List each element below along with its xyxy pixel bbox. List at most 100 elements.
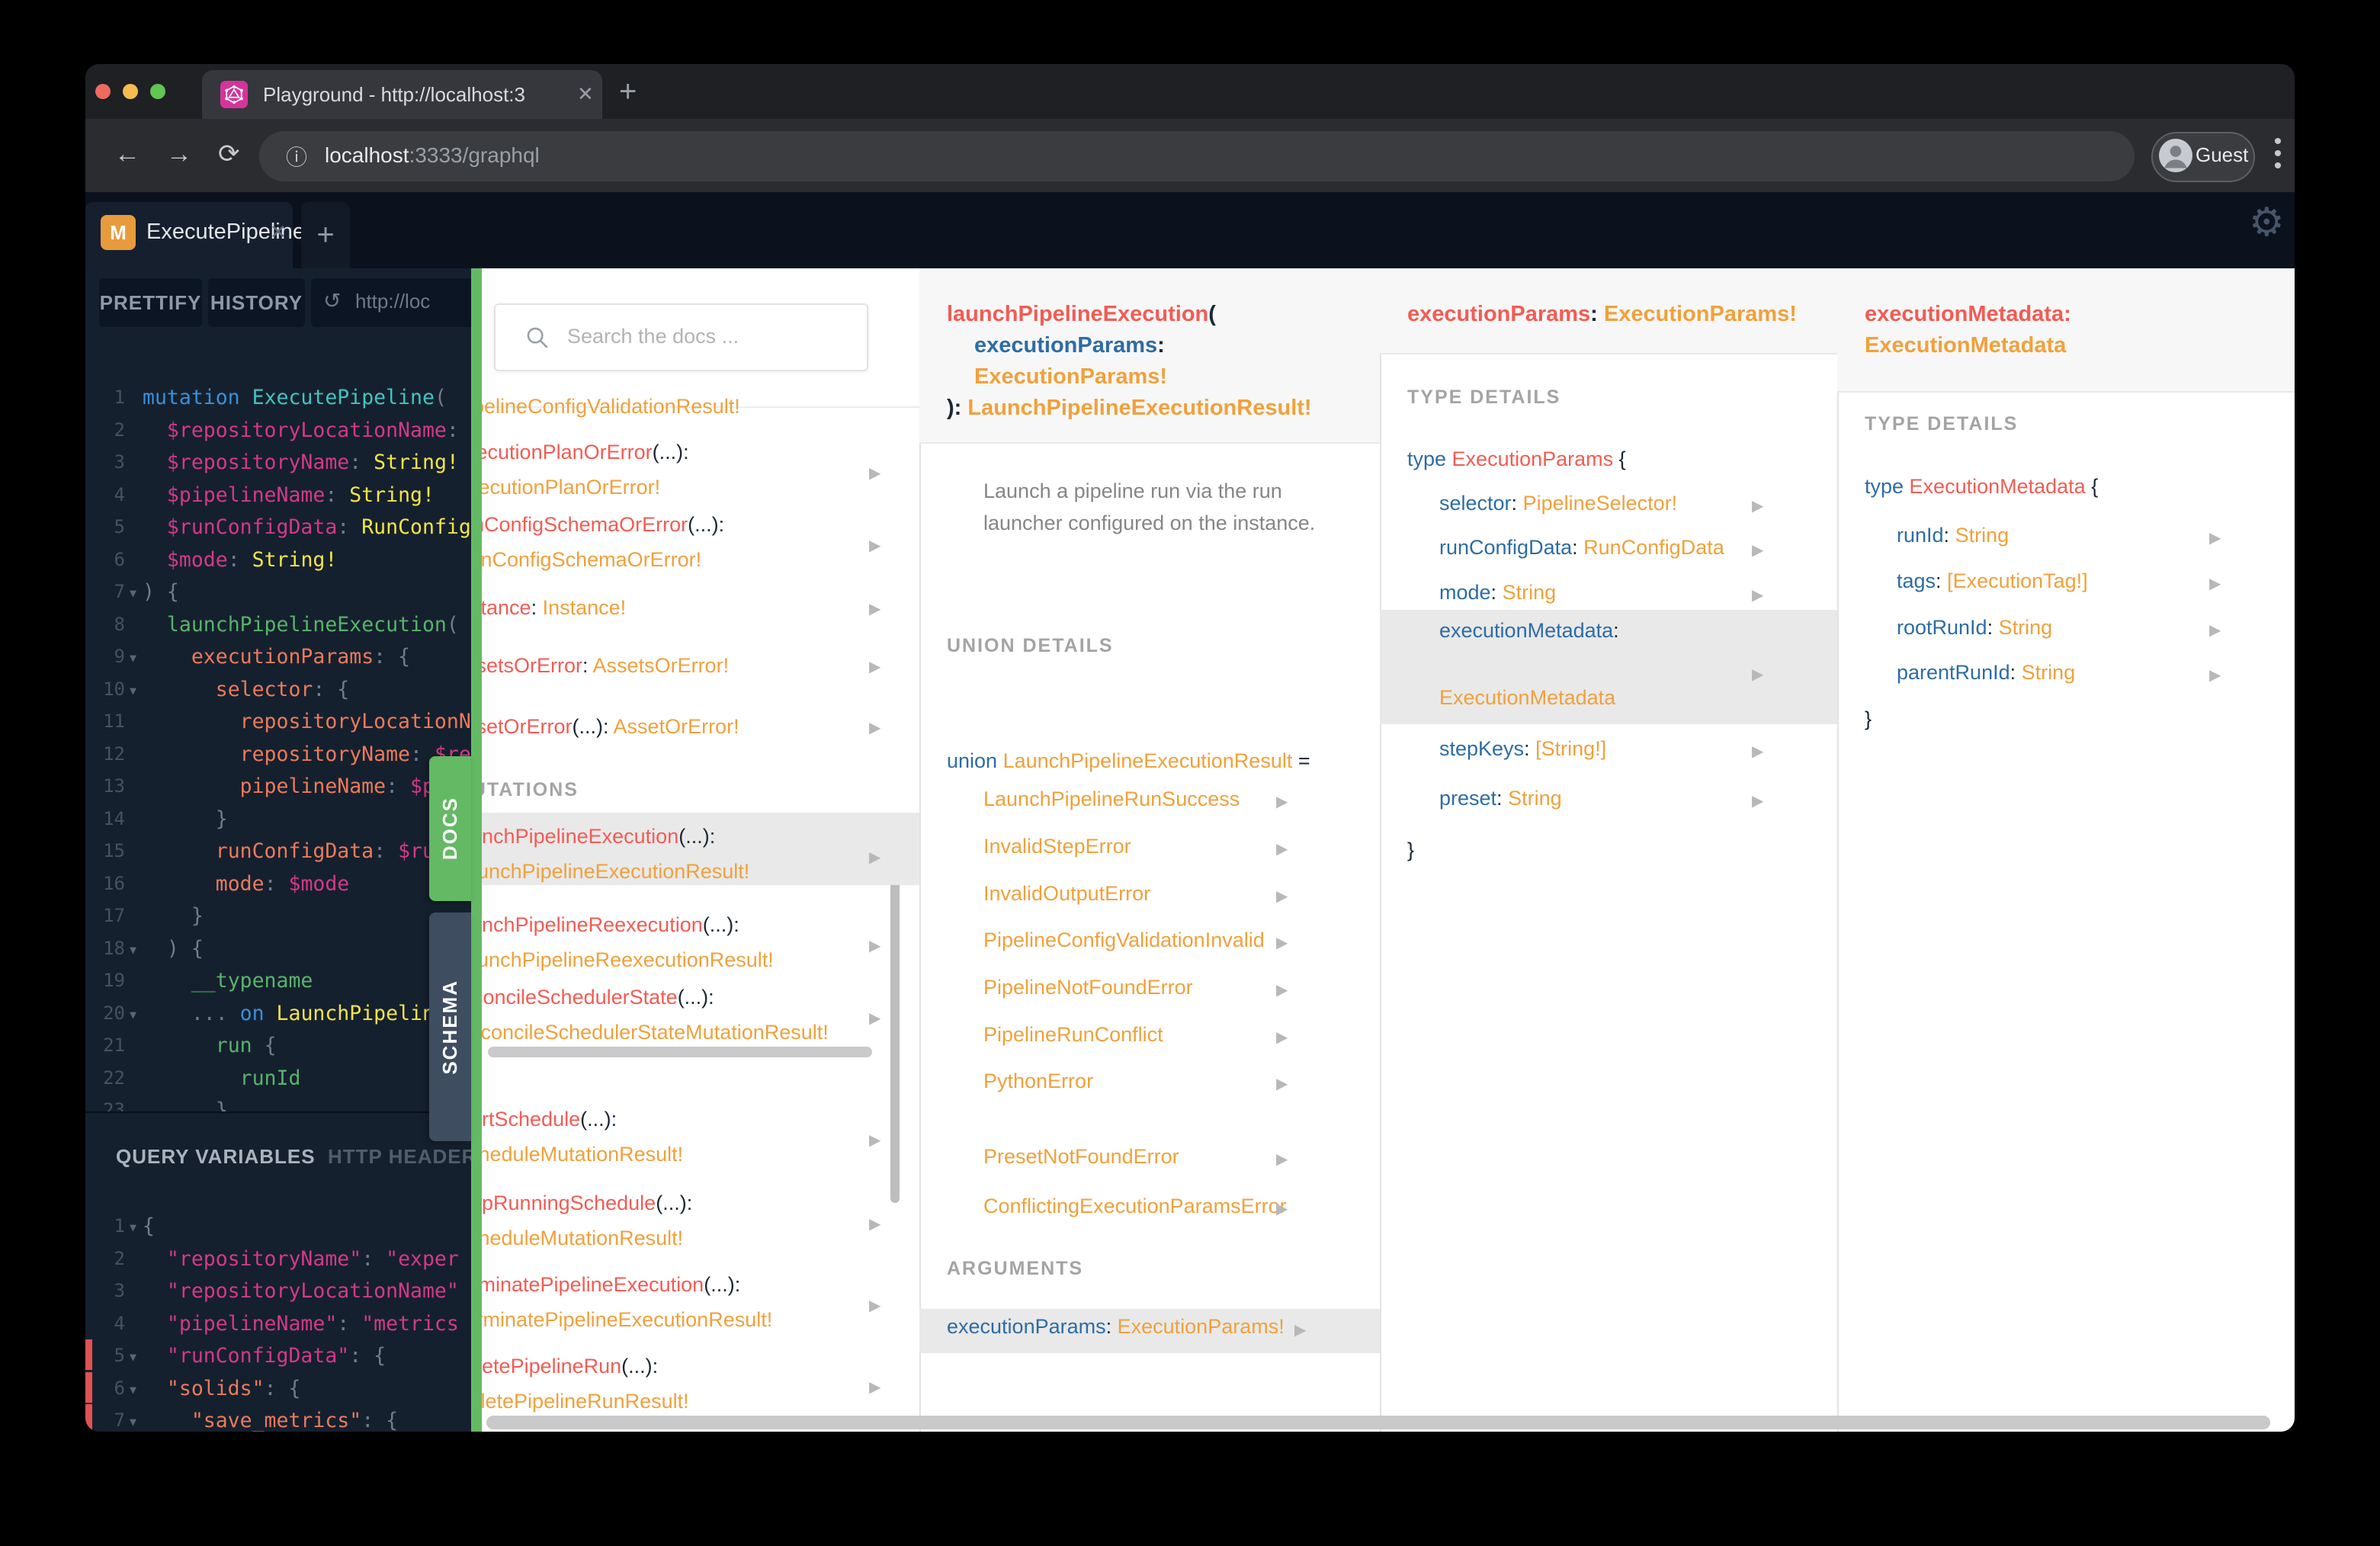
union-member[interactable]: PipelineConfigValidationInvalid bbox=[983, 929, 1265, 952]
code-line[interactable]: 4 "pipelineName": "metrics bbox=[85, 1307, 471, 1340]
chevron-right-icon[interactable]: ▶ bbox=[1752, 585, 1763, 605]
type-field[interactable]: stepKeys: [String!] bbox=[1439, 737, 1606, 761]
chevron-right-icon[interactable]: ▶ bbox=[2209, 574, 2221, 593]
code-line[interactable]: 6 $mode: String! bbox=[85, 544, 471, 576]
endpoint-input[interactable]: ↺ http://loc bbox=[311, 278, 471, 327]
doc-item[interactable]: launchPipelineReexecution(...):LaunchPip… bbox=[482, 913, 919, 972]
doc-item[interactable]: assetsOrError: AssetsOrError! bbox=[482, 654, 919, 678]
code-line[interactable]: 7 ▼ "save_metrics": { bbox=[85, 1404, 471, 1432]
code-line[interactable]: 18 ▼ ) { bbox=[85, 932, 471, 965]
playground-new-tab-button[interactable]: + bbox=[301, 202, 350, 268]
code-line[interactable]: 17 } bbox=[85, 900, 471, 932]
endpoint-reload-icon[interactable]: ↺ bbox=[323, 288, 341, 313]
argument-row[interactable]: executionParams: ExecutionParams! bbox=[947, 1315, 1285, 1339]
docs-search[interactable] bbox=[494, 303, 868, 371]
code-line[interactable]: 14 } bbox=[85, 803, 471, 836]
playground-tab-close-icon[interactable]: ✕ bbox=[270, 220, 287, 244]
chevron-right-icon[interactable]: ▶ bbox=[2209, 528, 2221, 547]
chevron-right-icon[interactable]: ▶ bbox=[1276, 980, 1288, 999]
type-field-type[interactable]: ExecutionMetadata bbox=[1439, 686, 1615, 710]
history-button[interactable]: HISTORY bbox=[208, 278, 305, 327]
forward-icon[interactable]: → bbox=[166, 137, 192, 171]
doc-item[interactable]: reconcileSchedulerState(...):ReconcileSc… bbox=[482, 986, 919, 1044]
chevron-right-icon[interactable]: ▶ bbox=[869, 718, 880, 737]
variables-json-editor[interactable]: 1 ▼{2 "repositoryName": "exper 3 "reposito… bbox=[85, 1210, 471, 1432]
type-field[interactable]: preset: String bbox=[1439, 787, 1562, 810]
graphql-code-editor[interactable]: 1 mutation ExecutePipeline(2 $repositoryL… bbox=[85, 381, 471, 1122]
url-bar[interactable]: ⓘ localhost:3333/graphql bbox=[259, 131, 2135, 181]
fold-arrow-icon[interactable]: ▼ bbox=[130, 1341, 136, 1374]
chevron-right-icon[interactable]: ▶ bbox=[869, 1296, 880, 1315]
reload-icon[interactable]: ⟳ bbox=[218, 137, 240, 171]
maximize-window-button[interactable] bbox=[150, 84, 165, 99]
chevron-right-icon[interactable]: ▶ bbox=[1294, 1320, 1306, 1339]
code-line[interactable]: 2 $repositoryLocationName: String! bbox=[85, 414, 471, 447]
settings-gear-icon[interactable]: ⚙ bbox=[2249, 200, 2285, 245]
code-line[interactable]: 5 ▼ "runConfigData": { bbox=[85, 1339, 471, 1372]
chevron-right-icon[interactable]: ▶ bbox=[1276, 1199, 1288, 1218]
tab-close-icon[interactable]: ✕ bbox=[577, 82, 594, 106]
doc-item[interactable]: startSchedule(...):ScheduleMutationResul… bbox=[482, 1108, 919, 1166]
type-field[interactable]: selector: PipelineSelector! bbox=[1439, 492, 1677, 515]
code-line[interactable]: 1 mutation ExecutePipeline( bbox=[85, 381, 471, 414]
doc-item[interactable]: runConfigSchemaOrError(...):RunConfigSch… bbox=[482, 513, 919, 572]
minimize-window-button[interactable] bbox=[123, 84, 138, 99]
back-icon[interactable]: ← bbox=[114, 137, 140, 171]
type-field[interactable]: parentRunId: String bbox=[1897, 661, 2075, 685]
playground-tab[interactable]: M ExecutePipeline ✕ bbox=[85, 202, 305, 268]
doc-item[interactable]: deletePipelineRun(...):DeletePipelineRun… bbox=[482, 1355, 919, 1413]
code-line[interactable]: 9 ▼ executionParams: { bbox=[85, 640, 471, 673]
docs-accent-strip[interactable] bbox=[471, 268, 482, 1432]
type-field[interactable]: runConfigData: RunConfigData bbox=[1439, 536, 1724, 560]
doc-item[interactable]: executionPlanOrError(...):ExecutionPlanO… bbox=[482, 441, 919, 499]
code-line[interactable]: 16 mode: $mode bbox=[85, 868, 471, 900]
new-tab-button[interactable]: + bbox=[619, 76, 637, 107]
docs-bottom-scrollbar[interactable] bbox=[486, 1416, 2270, 1429]
code-line[interactable]: 3 "repositoryLocationName" bbox=[85, 1275, 471, 1307]
code-line[interactable]: 5 $runConfigData: RunConfigData! bbox=[85, 511, 471, 544]
fold-arrow-icon[interactable]: ▼ bbox=[130, 577, 136, 610]
docs-search-input[interactable] bbox=[566, 305, 858, 368]
type-field[interactable]: rootRunId: String bbox=[1897, 616, 2052, 640]
code-line[interactable]: 21 run { bbox=[85, 1029, 471, 1062]
chevron-right-icon[interactable]: ▶ bbox=[869, 1378, 880, 1397]
docs-horizontal-scrollbar[interactable] bbox=[488, 1047, 872, 1057]
code-line[interactable]: 20▼ ... on LaunchPipelineRunSuccess { bbox=[85, 997, 471, 1030]
union-member[interactable]: PipelineNotFoundError bbox=[983, 976, 1193, 999]
browser-tab[interactable]: Playground - http://localhost:3 ✕ bbox=[202, 70, 602, 119]
chevron-right-icon[interactable]: ▶ bbox=[1276, 887, 1288, 906]
close-window-button[interactable] bbox=[95, 84, 111, 99]
union-member[interactable]: InvalidStepError bbox=[983, 835, 1131, 858]
union-member[interactable]: ConflictingExecutionParamsError bbox=[983, 1195, 1287, 1218]
chevron-right-icon[interactable]: ▶ bbox=[1752, 742, 1763, 761]
code-line[interactable]: 11 repositoryLocationName: $repositoryLo… bbox=[85, 705, 471, 738]
code-line[interactable]: 2 "repositoryName": "exper bbox=[85, 1243, 471, 1275]
type-field[interactable]: runId: String bbox=[1897, 524, 2009, 547]
code-line[interactable]: 13 pipelineName: $pipelineName bbox=[85, 770, 471, 803]
fold-arrow-icon[interactable]: ▼ bbox=[130, 1406, 136, 1432]
schema-side-tab[interactable]: SCHEMA bbox=[429, 913, 471, 1141]
code-line[interactable]: 12 repositoryName: $repositoryName bbox=[85, 738, 471, 771]
query-variables-tab[interactable]: QUERY VARIABLES bbox=[116, 1145, 316, 1169]
doc-item[interactable]: launchPipelineExecution(...):LaunchPipel… bbox=[482, 825, 919, 884]
union-member[interactable]: PipelineRunConflict bbox=[983, 1023, 1163, 1047]
chevron-right-icon[interactable]: ▶ bbox=[869, 1009, 880, 1028]
chevron-right-icon[interactable]: ▶ bbox=[1276, 1150, 1288, 1169]
chevron-right-icon[interactable]: ▶ bbox=[1276, 792, 1288, 811]
doc-item[interactable]: stopRunningSchedule(...):ScheduleMutatio… bbox=[482, 1192, 919, 1250]
fold-arrow-icon[interactable]: ▼ bbox=[130, 999, 136, 1031]
chevron-right-icon[interactable]: ▶ bbox=[1752, 791, 1763, 810]
code-line[interactable]: 6 ▼ "solids": { bbox=[85, 1371, 471, 1405]
url-text[interactable]: localhost:3333/graphql bbox=[325, 143, 540, 168]
browser-menu-icon[interactable]: • • • bbox=[2270, 130, 2285, 178]
chevron-right-icon[interactable]: ▶ bbox=[1276, 1028, 1288, 1047]
doc-item[interactable]: terminatePipelineExecution(...):Terminat… bbox=[482, 1273, 919, 1332]
doc-item[interactable]: instance: Instance! bbox=[482, 596, 919, 620]
chevron-right-icon[interactable]: ▶ bbox=[1752, 496, 1763, 515]
chevron-right-icon[interactable]: ▶ bbox=[1276, 1074, 1288, 1093]
chevron-right-icon[interactable]: ▶ bbox=[2209, 666, 2221, 685]
chevron-right-icon[interactable]: ▶ bbox=[869, 848, 880, 867]
code-line[interactable]: 22 runId bbox=[85, 1062, 471, 1095]
union-member[interactable]: PythonError bbox=[983, 1070, 1093, 1093]
docs-side-tab[interactable]: DOCS bbox=[429, 756, 471, 901]
